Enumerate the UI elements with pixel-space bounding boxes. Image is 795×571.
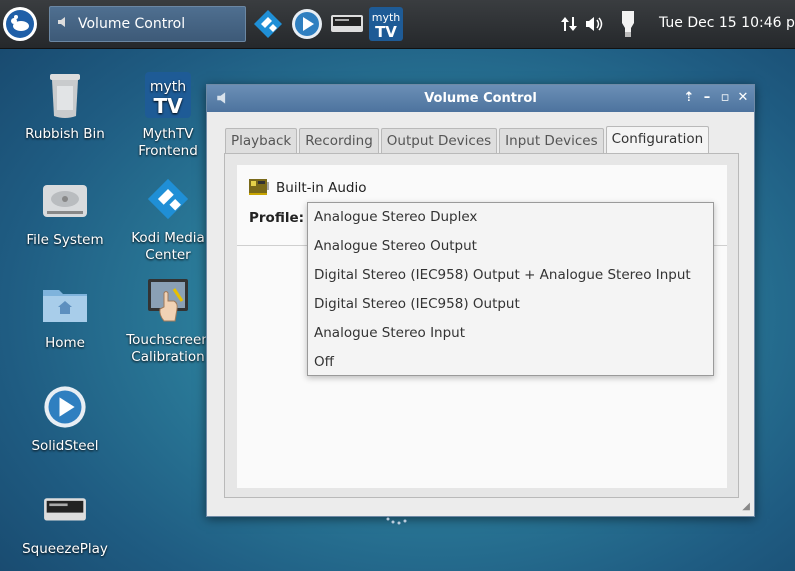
xfce-mouse-icon	[3, 7, 37, 41]
touch-calibration-icon	[140, 274, 196, 328]
clock[interactable]: Tue Dec 15 10:46 pm	[659, 15, 795, 31]
profile-option[interactable]: Analogue Stereo Duplex	[308, 203, 713, 232]
profile-label: Profile:	[249, 210, 305, 226]
profile-dropdown-list: Analogue Stereo Duplex Analogue Stereo O…	[307, 202, 714, 376]
launcher-mythtv[interactable]: myth TV	[368, 6, 404, 42]
window-shade-button[interactable]: ⇡	[681, 90, 697, 106]
taskbar-label: Volume Control	[78, 16, 186, 32]
svg-text:myth: myth	[150, 79, 186, 95]
tab-recording[interactable]: Recording	[299, 128, 379, 154]
desktop-icon-file-system[interactable]: File System	[15, 174, 115, 249]
profile-option[interactable]: Digital Stereo (IEC958) Output + Analogu…	[308, 261, 713, 290]
desktop-icon-label: Home	[45, 335, 85, 351]
window-maximize-button[interactable]: ▫	[717, 90, 733, 106]
kodi-icon	[254, 10, 282, 38]
desktop-icon-rubbish-bin[interactable]: Rubbish Bin	[15, 68, 115, 143]
power-bulb-icon[interactable]	[616, 8, 640, 40]
volume-tray-icon[interactable]	[583, 12, 605, 36]
squeezeplay-icon	[37, 483, 93, 537]
window-minimize-button[interactable]: –	[699, 90, 715, 106]
desktop-icon-label: MythTV Frontend	[138, 126, 198, 159]
launcher-solidsteel[interactable]	[289, 6, 325, 42]
desktop-icon-label: Rubbish Bin	[25, 126, 105, 142]
desktop-icon-touchscreen-calibration[interactable]: Touchscreen Calibration	[118, 274, 218, 366]
desktop-icon-squeezeplay[interactable]: SqueezePlay	[15, 483, 115, 558]
window-close-button[interactable]: ✕	[735, 90, 751, 106]
tab-playback[interactable]: Playback	[225, 128, 298, 154]
resize-grip-icon[interactable]: ◢	[742, 501, 750, 512]
desktop-icon-label: Touchscreen Calibration	[126, 332, 210, 365]
desktop-icon-home[interactable]: Home	[15, 277, 115, 352]
profile-option[interactable]: Analogue Stereo Input	[308, 319, 713, 348]
speaker-icon	[56, 14, 72, 34]
trash-icon	[37, 68, 93, 122]
svg-text:TV: TV	[375, 23, 397, 41]
top-panel: Volume Control myth TV Tue Dec 15 10:46 …	[0, 0, 795, 49]
device-name: Built-in Audio	[276, 180, 367, 196]
desktop-icon-solidsteel[interactable]: SolidSteel	[15, 380, 115, 455]
profile-option[interactable]: Analogue Stereo Output	[308, 232, 713, 261]
network-icon[interactable]	[558, 12, 580, 36]
tab-configuration[interactable]: Configuration	[605, 126, 710, 154]
mythtv-icon: myth TV	[140, 68, 196, 122]
launcher-kodi[interactable]	[250, 6, 286, 42]
taskbar-volume-control[interactable]: Volume Control	[49, 6, 246, 42]
profile-option[interactable]: Digital Stereo (IEC958) Output	[308, 290, 713, 319]
window-title: Volume Control	[424, 91, 537, 106]
tab-input-devices[interactable]: Input Devices	[499, 128, 604, 154]
tab-bar: Playback Recording Output Devices Input …	[225, 126, 710, 154]
home-folder-icon	[37, 277, 93, 331]
desktop-icon-label: SolidSteel	[31, 438, 99, 454]
kodi-icon	[140, 172, 196, 226]
desktop-icon-label: Kodi Media Center	[131, 230, 205, 263]
profile-option[interactable]: Off	[308, 348, 713, 377]
svg-text:TV: TV	[153, 94, 183, 118]
desktop-icon-label: SqueezePlay	[22, 541, 108, 557]
xfce-menu-button[interactable]	[2, 6, 38, 42]
window-titlebar[interactable]: Volume Control ⇡ – ▫ ✕	[207, 85, 754, 112]
squeezeplay-icon	[331, 15, 363, 32]
launcher-squeezeplay[interactable]	[329, 6, 365, 42]
play-icon	[37, 380, 93, 434]
desktop-icon-mythtv[interactable]: myth TV MythTV Frontend	[118, 68, 218, 160]
hard-drive-icon	[37, 174, 93, 228]
sound-card-icon	[248, 176, 270, 200]
desktop-icon-kodi[interactable]: Kodi Media Center	[118, 172, 218, 264]
tab-output-devices[interactable]: Output Devices	[380, 128, 498, 154]
mythtv-icon: myth TV	[369, 7, 403, 41]
play-icon	[292, 9, 322, 39]
device-header: Built-in Audio	[248, 176, 366, 200]
desktop-icon-label: File System	[26, 232, 104, 248]
busy-spinner-icon	[386, 517, 407, 525]
